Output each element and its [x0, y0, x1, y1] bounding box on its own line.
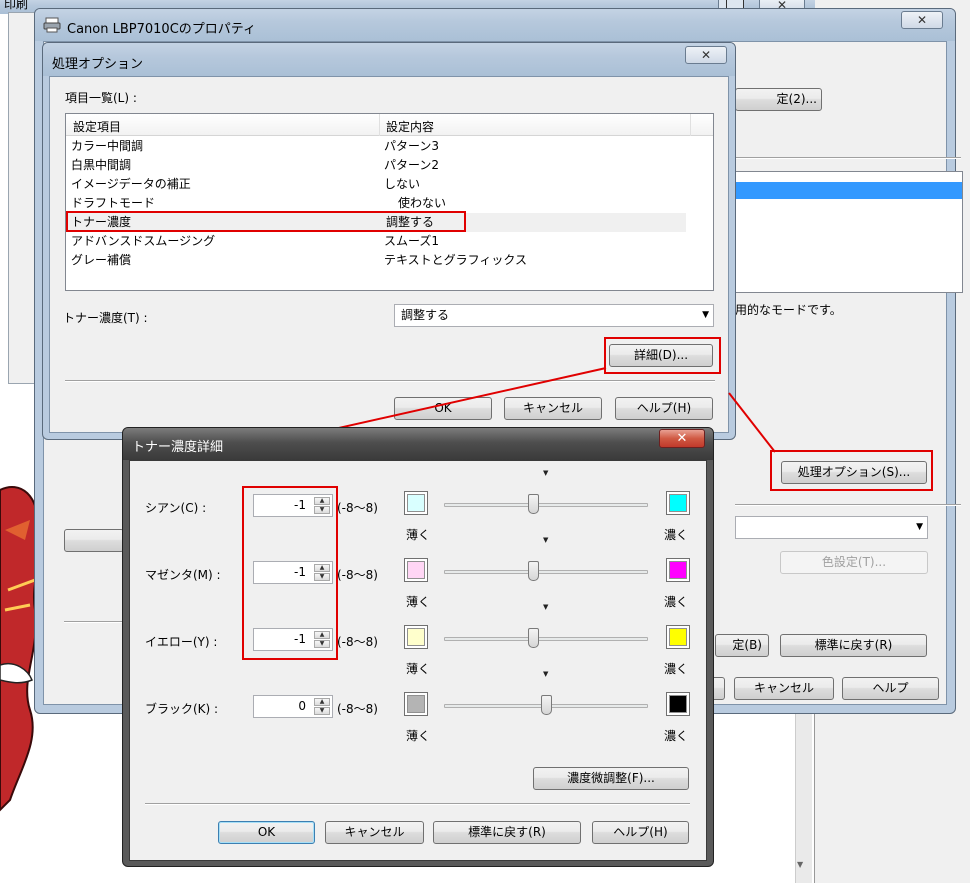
toner-detail-divider [145, 803, 690, 805]
dark-swatch [666, 491, 690, 515]
fine-adjust-button[interactable]: 濃度微調整(F)... [533, 767, 689, 790]
toner-restore-button[interactable]: 標準に戻す(R) [433, 821, 581, 844]
density-slider-track[interactable] [444, 570, 648, 574]
channel-spinner-value[interactable]: 0 [298, 699, 306, 713]
slider-center-tick: ▼ [543, 469, 549, 477]
channel-range: (-8〜8) [337, 568, 378, 582]
dark-swatch-fill [669, 561, 687, 579]
dark-swatch [666, 692, 690, 716]
light-swatch-fill [407, 628, 425, 646]
toner-help-button[interactable]: ヘルプ(H) [592, 821, 689, 844]
light-swatch-fill [407, 695, 425, 713]
light-swatch [404, 625, 428, 649]
light-swatch-fill [407, 561, 425, 579]
slider-center-tick: ▼ [543, 603, 549, 611]
light-label: 薄く [406, 528, 431, 542]
toner-ok-button[interactable]: OK [218, 821, 315, 844]
spinner-down-icon[interactable]: ▼ [314, 707, 330, 715]
light-swatch [404, 558, 428, 582]
dark-swatch-fill [669, 695, 687, 713]
channel-label: シアン(C) : [145, 501, 207, 515]
channel-range: (-8〜8) [337, 501, 378, 515]
density-slider-thumb[interactable] [527, 628, 539, 648]
slider-center-tick: ▼ [543, 670, 549, 678]
channel-label: ブラック(K) : [145, 702, 219, 716]
channel-label: イエロー(Y) : [145, 635, 218, 649]
toner-cancel-button[interactable]: キャンセル [325, 821, 424, 844]
light-label: 薄く [406, 662, 431, 676]
dark-swatch [666, 625, 690, 649]
channel-label: マゼンタ(M) : [145, 568, 221, 582]
light-swatch [404, 692, 428, 716]
toner-detail-close[interactable]: ✕ [659, 429, 705, 448]
dark-swatch-fill [669, 494, 687, 512]
dark-label: 濃く [664, 662, 689, 676]
connector-options-to-processing [728, 392, 776, 453]
light-swatch [404, 491, 428, 515]
highlight-cmy-spinners [242, 486, 338, 660]
dark-swatch-fill [669, 628, 687, 646]
spinner-updown[interactable]: ▲ ▼ [314, 698, 330, 715]
channel-range: (-8〜8) [337, 702, 378, 716]
channel-spinner[interactable]: 0 ▲ ▼ [253, 695, 333, 718]
channel-range: (-8〜8) [337, 635, 378, 649]
dark-swatch [666, 558, 690, 582]
density-slider-thumb[interactable] [527, 494, 539, 514]
dark-label: 濃く [664, 595, 689, 609]
light-swatch-fill [407, 494, 425, 512]
light-label: 薄く [406, 595, 431, 609]
light-label: 薄く [406, 729, 431, 743]
dark-label: 濃く [664, 729, 689, 743]
dark-label: 濃く [664, 528, 689, 542]
density-slider-track[interactable] [444, 637, 648, 641]
spinner-up-icon[interactable]: ▲ [314, 698, 330, 706]
toner-detail-title: トナー濃度詳細 [132, 440, 224, 455]
density-slider-thumb[interactable] [527, 561, 539, 581]
slider-center-tick: ▼ [543, 536, 549, 544]
density-slider-track[interactable] [444, 503, 648, 507]
density-slider-thumb[interactable] [540, 695, 552, 715]
